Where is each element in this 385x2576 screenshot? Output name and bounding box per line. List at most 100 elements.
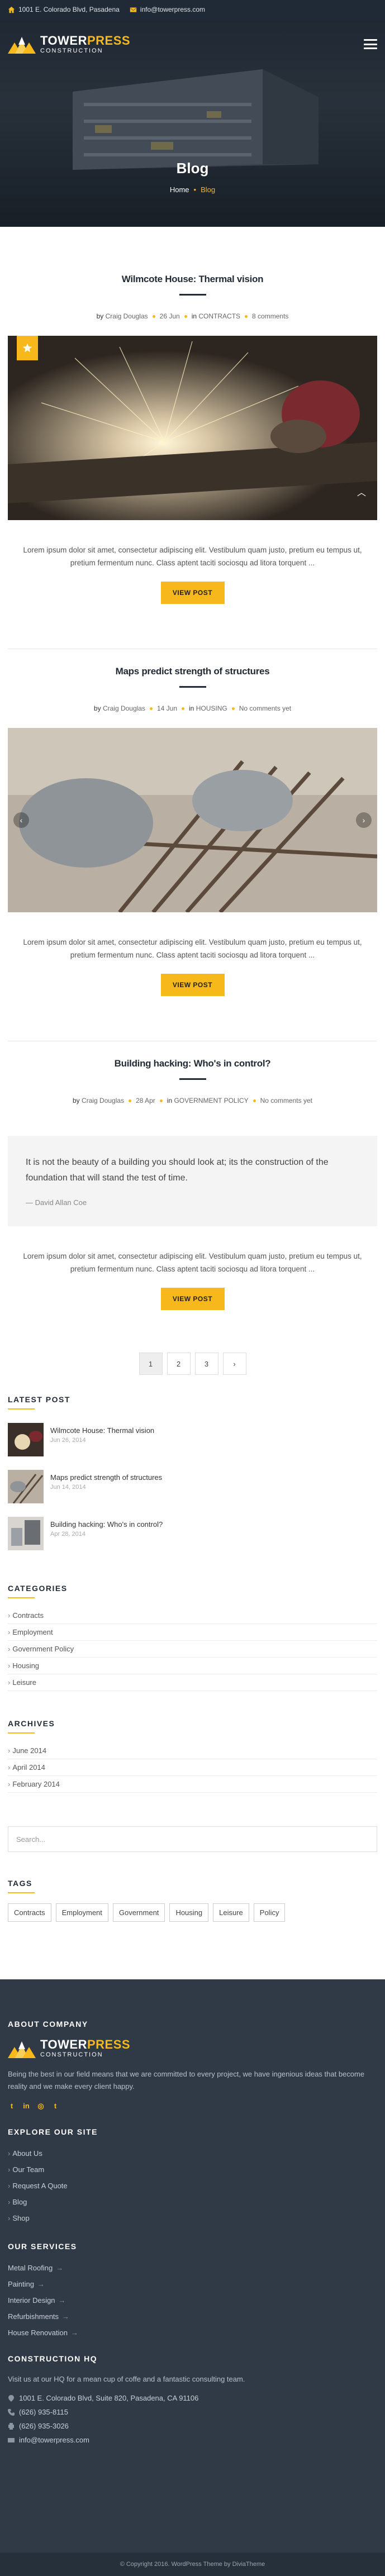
- meta-by-label: by: [96, 312, 104, 320]
- email-link[interactable]: info@towerpress.com: [140, 6, 205, 13]
- archive-list: › June 2014 › April 2014 › February 2014: [8, 1742, 377, 1793]
- tag-link[interactable]: Leisure: [213, 1903, 249, 1922]
- gallery-prev-icon[interactable]: ‹: [13, 812, 29, 828]
- site-logo[interactable]: TOWERPRESS CONSTRUCTION: [8, 34, 130, 54]
- page-link[interactable]: 2: [167, 1353, 191, 1375]
- tag-link[interactable]: Housing: [169, 1903, 209, 1922]
- latest-post-item[interactable]: Building hacking: Who's in control? Apr …: [8, 1517, 377, 1550]
- footer-link[interactable]: › Blog: [8, 2194, 377, 2210]
- instagram-icon[interactable]: ◎: [37, 2102, 45, 2111]
- post-category[interactable]: CONTRACTS: [198, 312, 240, 320]
- service-link[interactable]: Metal Roofing →: [8, 2260, 377, 2276]
- main-navbar: TOWERPRESS CONSTRUCTION: [0, 19, 385, 69]
- post-meta: by Craig Douglas 14 Jun in HOUSING No comme…: [8, 704, 377, 712]
- post-title[interactable]: Building hacking: Who's in control?: [8, 1058, 377, 1069]
- service-link[interactable]: Refurbishments →: [8, 2308, 377, 2325]
- view-post-button[interactable]: VIEW POST: [160, 974, 225, 996]
- breadcrumb: Home • Blog: [0, 185, 385, 194]
- contact-email[interactable]: info@towerpress.com: [8, 2433, 377, 2447]
- title-divider: [179, 294, 206, 296]
- archive-link[interactable]: › June 2014: [8, 1742, 377, 1759]
- tag-link[interactable]: Employment: [55, 1903, 108, 1922]
- footer-link[interactable]: › Shop: [8, 2210, 377, 2226]
- post-meta: by Craig Douglas 28 Apr in GOVERNMENT POLI…: [8, 1097, 377, 1104]
- category-link[interactable]: › Contracts: [8, 1607, 377, 1624]
- post-title[interactable]: Wilmcote House: Thermal vision: [8, 274, 377, 285]
- view-post-button[interactable]: VIEW POST: [160, 582, 225, 604]
- service-link[interactable]: Painting →: [8, 2276, 377, 2292]
- latest-post-item[interactable]: Maps predict strength of structures Jun …: [8, 1470, 377, 1503]
- latest-post-title[interactable]: Building hacking: Who's in control?: [50, 1520, 163, 1529]
- address-text: 1001 E. Colorado Blvd, Pasadena: [18, 6, 120, 13]
- social-links: t in ◎ t: [8, 2102, 377, 2111]
- blog-post: Building hacking: Who's in control? by C…: [8, 1041, 377, 1310]
- page-link[interactable]: 3: [194, 1353, 218, 1375]
- email-item[interactable]: info@towerpress.com: [130, 6, 205, 13]
- category-link[interactable]: › Leisure: [8, 1674, 377, 1691]
- next-page-button[interactable]: ›: [222, 1353, 246, 1375]
- logo-wordmark: TOWERPRESS CONSTRUCTION: [40, 34, 130, 54]
- hamburger-menu-icon[interactable]: [364, 39, 377, 49]
- view-post-button[interactable]: VIEW POST: [160, 1288, 225, 1310]
- search-box[interactable]: [8, 1826, 377, 1852]
- footer-logo[interactable]: TOWERPRESS CONSTRUCTION: [8, 2039, 377, 2058]
- twitter-icon[interactable]: t: [8, 2102, 16, 2111]
- footer-about-text: Being the best in our field means that w…: [8, 2070, 365, 2091]
- gallery-next-icon[interactable]: ›: [356, 812, 372, 828]
- footer-link[interactable]: › Our Team: [8, 2161, 377, 2178]
- logo-tagline: CONSTRUCTION: [40, 2051, 103, 2058]
- latest-post-thumbnail[interactable]: [8, 1517, 44, 1550]
- post-comments[interactable]: No comments yet: [239, 704, 291, 712]
- tag-link[interactable]: Policy: [253, 1903, 286, 1922]
- category-link[interactable]: › Employment: [8, 1624, 377, 1641]
- widget-title-underline: [8, 1732, 35, 1734]
- footer-section-title: CONSTRUCTION HQ: [8, 2354, 98, 2363]
- tag-cloud: Contracts Employment Government Housing …: [8, 1903, 377, 1922]
- footer-link[interactable]: › About Us: [8, 2145, 377, 2161]
- latest-post-thumbnail[interactable]: [8, 1470, 44, 1503]
- blog-post: Wilmcote House: Thermal vision by Craig …: [8, 227, 377, 649]
- footer-section-title: ABOUT COMPANY: [8, 2020, 88, 2029]
- latest-post-title[interactable]: Maps predict strength of structures: [50, 1473, 162, 1482]
- latest-post-thumbnail[interactable]: [8, 1423, 44, 1456]
- latest-post-item[interactable]: Wilmcote House: Thermal vision Jun 26, 2…: [8, 1423, 377, 1456]
- tag-link[interactable]: Contracts: [8, 1903, 51, 1922]
- logo-wordmark: TOWERPRESS CONSTRUCTION: [40, 2039, 130, 2058]
- archive-link[interactable]: › April 2014: [8, 1759, 377, 1776]
- post-title[interactable]: Maps predict strength of structures: [8, 666, 377, 677]
- post-excerpt: Lorem ipsum dolor sit amet, consectetur …: [23, 1252, 362, 1273]
- post-featured-image[interactable]: ︿: [8, 336, 377, 520]
- tags-widget: TAGS Contracts Employment Government Hou…: [8, 1879, 377, 1922]
- breadcrumb-home-link[interactable]: Home: [170, 185, 189, 194]
- post-author[interactable]: Craig Douglas: [82, 1097, 124, 1104]
- tumblr-icon[interactable]: t: [51, 2102, 59, 2111]
- archives-widget: ARCHIVES › June 2014 › April 2014 › Februar…: [8, 1719, 377, 1793]
- post-category[interactable]: GOVERNMENT POLICY: [174, 1097, 248, 1104]
- footer-link[interactable]: › Request A Quote: [8, 2178, 377, 2194]
- widget-title-underline: [8, 1892, 35, 1893]
- post-author[interactable]: Craig Douglas: [103, 704, 145, 712]
- tag-link[interactable]: Government: [112, 1903, 165, 1922]
- post-gallery[interactable]: ‹ ›: [8, 728, 377, 912]
- category-link[interactable]: › Government Policy: [8, 1641, 377, 1658]
- post-date: 28 Apr: [136, 1097, 155, 1104]
- contact-phone[interactable]: (626) 935-8115: [8, 2405, 377, 2419]
- contact-fax: (626) 935-3026: [8, 2419, 377, 2433]
- linkedin-icon[interactable]: in: [22, 2102, 30, 2111]
- chevron-up-icon[interactable]: ︿: [355, 487, 368, 500]
- latest-post-title[interactable]: Wilmcote House: Thermal vision: [50, 1426, 154, 1435]
- post-category[interactable]: HOUSING: [196, 704, 227, 712]
- service-link[interactable]: Interior Design →: [8, 2292, 377, 2308]
- page-link-current[interactable]: 1: [139, 1353, 163, 1375]
- post-comments[interactable]: No comments yet: [260, 1097, 312, 1104]
- post-excerpt: Lorem ipsum dolor sit amet, consectetur …: [23, 546, 362, 567]
- contact-address: 1001 E. Colorado Blvd, Suite 820, Pasade…: [8, 2391, 377, 2405]
- main-content: Wilmcote House: Thermal vision by Craig …: [0, 227, 385, 1922]
- category-link[interactable]: › Housing: [8, 1658, 377, 1674]
- service-link[interactable]: House Renovation →: [8, 2325, 377, 2341]
- search-input[interactable]: [16, 1835, 369, 1844]
- latest-post-date: Jun 26, 2014: [50, 1437, 86, 1444]
- post-author[interactable]: Craig Douglas: [106, 312, 148, 320]
- post-comments[interactable]: 8 comments: [252, 312, 288, 320]
- archive-link[interactable]: › February 2014: [8, 1776, 377, 1793]
